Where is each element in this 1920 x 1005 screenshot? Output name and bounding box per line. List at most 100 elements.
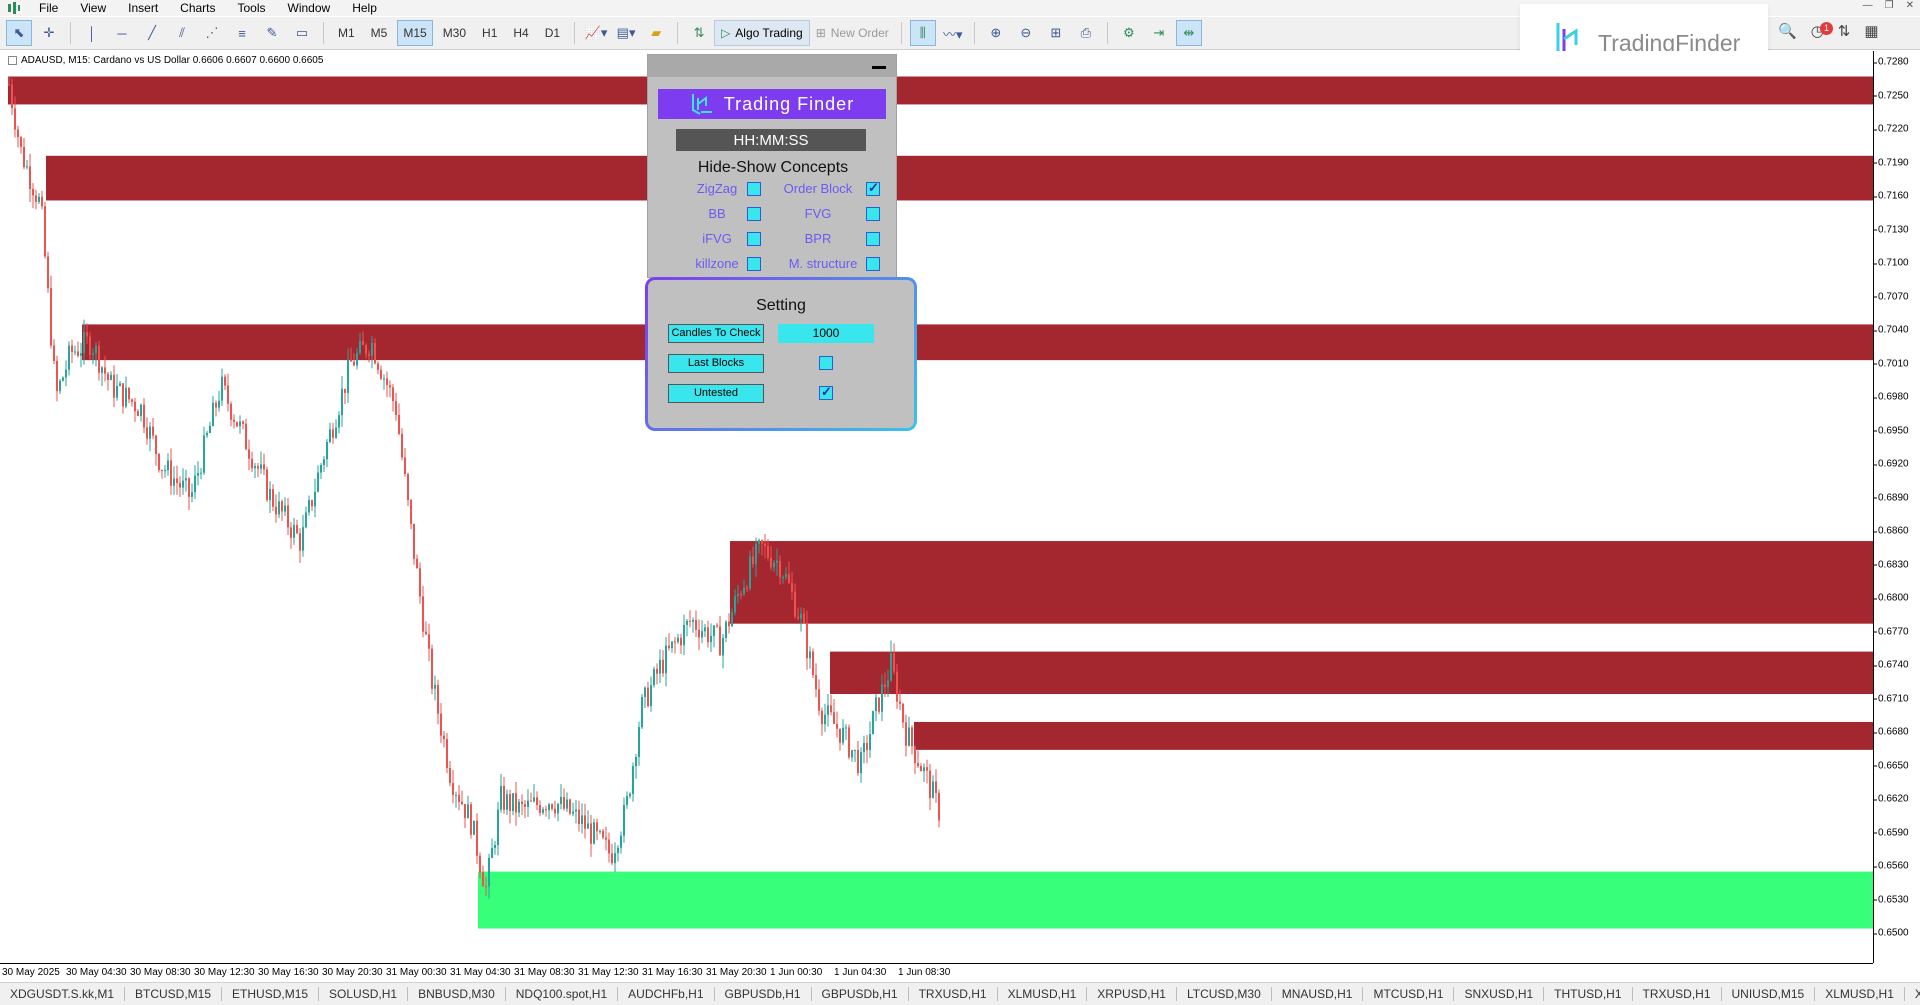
chart-tab[interactable]: NDQ100.spot,H1 bbox=[506, 987, 619, 1001]
time-tick-label: 31 May 20:30 bbox=[706, 967, 767, 978]
candle-body bbox=[404, 457, 406, 475]
chart-tab[interactable]: AUDCHFb,H1 bbox=[618, 987, 715, 1001]
chart-tab[interactable]: ETHUSD,M15 bbox=[222, 987, 320, 1001]
chart-tab[interactable]: THTUSD,H1 bbox=[1544, 987, 1633, 1001]
menu-file[interactable]: File bbox=[29, 0, 70, 16]
restore-window-icon[interactable]: ❐ bbox=[1885, 0, 1894, 11]
candles-to-check-input[interactable]: 1000 bbox=[778, 324, 874, 343]
price-tick-label: 0.7280 bbox=[1873, 56, 1909, 68]
menu-help[interactable]: Help bbox=[342, 0, 389, 16]
candle-body bbox=[476, 820, 478, 856]
trend-line-icon[interactable]: ╱ bbox=[139, 20, 165, 46]
menu-insert[interactable]: Insert bbox=[118, 0, 170, 16]
concept-checkbox-ifvg[interactable] bbox=[747, 232, 761, 246]
untested-button[interactable]: Untested bbox=[668, 384, 764, 403]
candle-body bbox=[281, 501, 283, 512]
chart-type-dropdown-icon[interactable]: 〰▾ bbox=[940, 20, 966, 46]
chart-tab[interactable]: GBPUSDb,H1 bbox=[812, 987, 909, 1001]
candle-body bbox=[431, 648, 433, 689]
chart-tab[interactable]: SOLUSD,H1 bbox=[319, 987, 409, 1001]
help-icon[interactable]: ▦ bbox=[1864, 22, 1878, 40]
fibonacci-tool-icon[interactable]: ≡ bbox=[229, 20, 255, 46]
chart-tab[interactable]: MNAUSD,H1 bbox=[1272, 987, 1364, 1001]
crosshair-tool-icon[interactable]: ✛ bbox=[36, 20, 62, 46]
candle-body bbox=[131, 399, 133, 402]
pitchfork-tool-icon[interactable]: ⋰ bbox=[199, 20, 225, 46]
timeframe-d1[interactable]: D1 bbox=[539, 20, 566, 46]
time-axis[interactable]: 30 May 2025 30 May 04:30 30 May 08:30 30 Ma… bbox=[0, 963, 1873, 982]
menu-tools[interactable]: Tools bbox=[228, 0, 278, 16]
chart-shift-icon[interactable]: ⇹ bbox=[1175, 20, 1202, 46]
chart-tab[interactable]: SNXUSD,H1 bbox=[1454, 987, 1545, 1001]
chart-canvas[interactable] bbox=[0, 51, 1873, 963]
chart-tab[interactable]: LTCUSD,M30 bbox=[1177, 987, 1272, 1001]
chart-tab[interactable]: XLMUSD,H1 bbox=[1815, 987, 1905, 1001]
panel-header[interactable] bbox=[648, 55, 896, 77]
candle-body bbox=[374, 342, 376, 364]
candles-to-check-button[interactable]: Candles To Check bbox=[668, 324, 764, 343]
timeframe-h4[interactable]: H4 bbox=[507, 20, 534, 46]
chart-tab[interactable]: MTCUSD,H1 bbox=[1363, 987, 1455, 1001]
open-folder-icon[interactable]: ▰ bbox=[643, 20, 669, 46]
chart-tab[interactable]: BNBUSD,M30 bbox=[408, 987, 506, 1001]
panel-minimize-button[interactable] bbox=[872, 66, 886, 69]
untested-checkbox[interactable] bbox=[819, 384, 833, 400]
chart-tab[interactable]: BTCUSD,M15 bbox=[125, 987, 223, 1001]
price-axis[interactable]: 0.7280 0.7250 0.7220 0.7190 0.7160 0.7130 0.71… bbox=[1873, 51, 1920, 963]
channel-tool-icon[interactable]: ⫽ bbox=[169, 20, 195, 46]
timeframe-m15[interactable]: M15 bbox=[397, 20, 433, 46]
chart-tab[interactable]: XRPUSD,H1 bbox=[1087, 987, 1177, 1001]
horizontal-line-icon[interactable]: ─ bbox=[109, 20, 135, 46]
app-logo-icon bbox=[8, 2, 20, 14]
market-watch-icon[interactable]: ⇅ bbox=[686, 20, 712, 46]
concept-checkbox-market-structure[interactable] bbox=[866, 257, 880, 271]
vertical-line-icon[interactable]: │ bbox=[79, 20, 105, 46]
price-tick-label: 0.6980 bbox=[1873, 391, 1909, 403]
close-window-icon[interactable]: ✕ bbox=[1906, 0, 1914, 11]
candle-body bbox=[830, 705, 832, 713]
cursor-tool-icon[interactable]: ⬉ bbox=[6, 20, 32, 46]
last-blocks-button[interactable]: Last Blocks bbox=[668, 354, 764, 373]
new-order-button[interactable]: ⊞ New Order bbox=[810, 26, 895, 40]
concept-checkbox-bb[interactable] bbox=[747, 207, 761, 221]
search-icon[interactable]: 🔍 bbox=[1778, 22, 1797, 40]
chart-tab[interactable]: GBPUSDb,H1 bbox=[715, 987, 812, 1001]
price-chart[interactable]: ADAUSD, M15: Cardano vs US Dollar 0.6606… bbox=[0, 51, 1920, 982]
concept-checkbox-fvg[interactable] bbox=[866, 207, 880, 221]
chart-tab[interactable]: TRXUSD,H1 bbox=[1633, 987, 1722, 1001]
chart-tab[interactable]: UNIUSD,M15 bbox=[1722, 987, 1816, 1001]
candle-body bbox=[866, 742, 868, 751]
menu-view[interactable]: View bbox=[70, 0, 118, 16]
candle-body bbox=[44, 206, 46, 257]
timeframe-h1[interactable]: H1 bbox=[476, 20, 503, 46]
templates-dropdown-icon[interactable]: ▤▾ bbox=[613, 20, 639, 46]
menu-charts[interactable]: Charts bbox=[170, 0, 227, 16]
concept-checkbox-order-block[interactable] bbox=[866, 180, 880, 196]
menu-window[interactable]: Window bbox=[278, 0, 343, 16]
shapes-tool-icon[interactable]: ▭ bbox=[289, 20, 315, 46]
chart-tab[interactable]: XDGUSDT.S.kk,M1 bbox=[0, 987, 126, 1001]
settings-gear-icon[interactable]: ⚙ bbox=[1116, 20, 1142, 46]
minimize-window-icon[interactable]: — bbox=[1863, 0, 1873, 11]
screenshot-icon[interactable]: ⎙ bbox=[1073, 20, 1099, 46]
algo-trading-button[interactable]: ▷ Algo Trading bbox=[714, 20, 810, 46]
candlestick-chart-icon[interactable]: ⫼ bbox=[909, 20, 936, 46]
chart-tab[interactable]: X bbox=[1905, 987, 1920, 1001]
zoom-out-icon[interactable]: ⊖ bbox=[1013, 20, 1039, 46]
autoscroll-icon[interactable]: ⇥ bbox=[1146, 20, 1172, 46]
chart-tab[interactable]: TRXUSD,H1 bbox=[909, 987, 998, 1001]
zoom-in-icon[interactable]: ⊕ bbox=[983, 20, 1009, 46]
candle-body bbox=[35, 195, 37, 202]
timeframe-m5[interactable]: M5 bbox=[365, 20, 394, 46]
last-blocks-checkbox[interactable] bbox=[819, 356, 833, 370]
concept-checkbox-bpr[interactable] bbox=[866, 232, 880, 246]
timeframe-m1[interactable]: M1 bbox=[332, 20, 361, 46]
concept-checkbox-zigzag[interactable] bbox=[747, 182, 761, 196]
indicators-dropdown-icon[interactable]: 📈▾ bbox=[583, 20, 609, 46]
timeframe-m30[interactable]: M30 bbox=[437, 20, 472, 46]
chart-tab[interactable]: XLMUSD,H1 bbox=[998, 987, 1088, 1001]
account-icon[interactable]: ⇅ bbox=[1838, 22, 1851, 40]
tile-windows-icon[interactable]: ⊞ bbox=[1043, 20, 1069, 46]
concept-checkbox-killzone[interactable] bbox=[747, 257, 761, 271]
draw-tool-icon[interactable]: ✎ bbox=[259, 20, 285, 46]
